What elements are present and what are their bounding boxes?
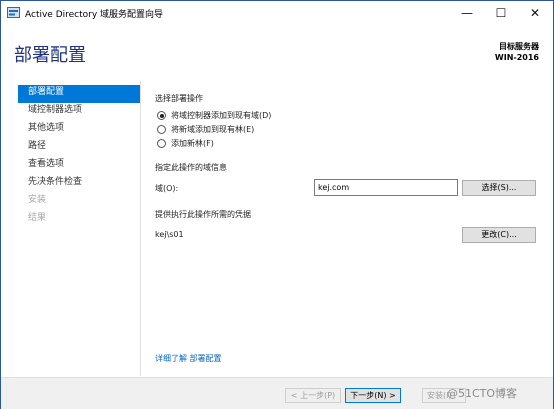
wizard-window: Active Directory 域服务配置向导 — ☐ ✕ 部署配置 目标服务… <box>0 0 554 409</box>
nav-item-installation: 安装 <box>28 195 47 205</box>
domain-info-heading: 指定此操作的域信息 <box>155 163 227 172</box>
domain-input[interactable]: kej.com <box>314 179 458 196</box>
option-label: 将新域添加到现有林(E) <box>171 125 255 134</box>
window-title: Active Directory 域服务配置向导 <box>25 10 164 20</box>
radio-button[interactable] <box>157 125 166 134</box>
credentials-value: kej\s01 <box>155 230 184 239</box>
close-button[interactable]: ✕ <box>518 1 552 25</box>
watermark: @51CTO博客 <box>447 387 518 400</box>
radio-button[interactable] <box>157 139 166 148</box>
select-domain-button[interactable]: 选择(S)... <box>462 180 536 196</box>
target-server-label: 目标服务器 <box>499 42 539 51</box>
option-label: 将域控制器添加到现有域(D) <box>171 111 272 120</box>
target-server-name: WIN-2016 <box>494 53 539 62</box>
server-manager-icon <box>7 7 20 18</box>
nav-item-additional-options[interactable]: 其他选项 <box>18 121 140 139</box>
nav-item-prerequisites-check[interactable]: 先决条件检查 <box>18 175 140 193</box>
wizard-steps-nav: 部署配置 域控制器选项 其他选项 路径 查看选项 先决条件检查 安装 结果 <box>18 85 140 229</box>
option-label: 添加新林(F) <box>171 139 214 148</box>
target-server-info: 目标服务器 WIN-2016 <box>495 41 539 63</box>
nav-item-paths[interactable]: 路径 <box>18 139 140 157</box>
title-bar[interactable]: Active Directory 域服务配置向导 — ☐ ✕ <box>1 1 553 25</box>
nav-divider <box>140 81 141 376</box>
radio-button-checked[interactable] <box>157 111 166 120</box>
nav-item-results: 结果 <box>28 213 47 223</box>
page-title: 部署配置 <box>14 45 86 66</box>
previous-button: < 上一步(P) <box>285 388 341 403</box>
nav-item-review-options[interactable]: 查看选项 <box>18 157 140 175</box>
credentials-heading: 提供执行此操作所需的凭据 <box>155 210 251 219</box>
nav-item-dc-options[interactable]: 域控制器选项 <box>18 103 140 121</box>
maximize-button[interactable]: ☐ <box>484 1 518 25</box>
learn-more-link[interactable]: 详细了解 部署配置 <box>155 353 222 364</box>
nav-item-deployment-config[interactable]: 部署配置 <box>18 85 140 103</box>
domain-label: 域(O): <box>155 184 179 193</box>
main-content: 选择部署操作 将域控制器添加到现有域(D) 将新域添加到现有林(E) 添加新林(… <box>155 93 541 373</box>
next-button[interactable]: 下一步(N) > <box>345 388 401 403</box>
operation-heading: 选择部署操作 <box>155 94 203 103</box>
minimize-button[interactable]: — <box>450 1 484 25</box>
change-credentials-button[interactable]: 更改(C)... <box>462 227 536 243</box>
